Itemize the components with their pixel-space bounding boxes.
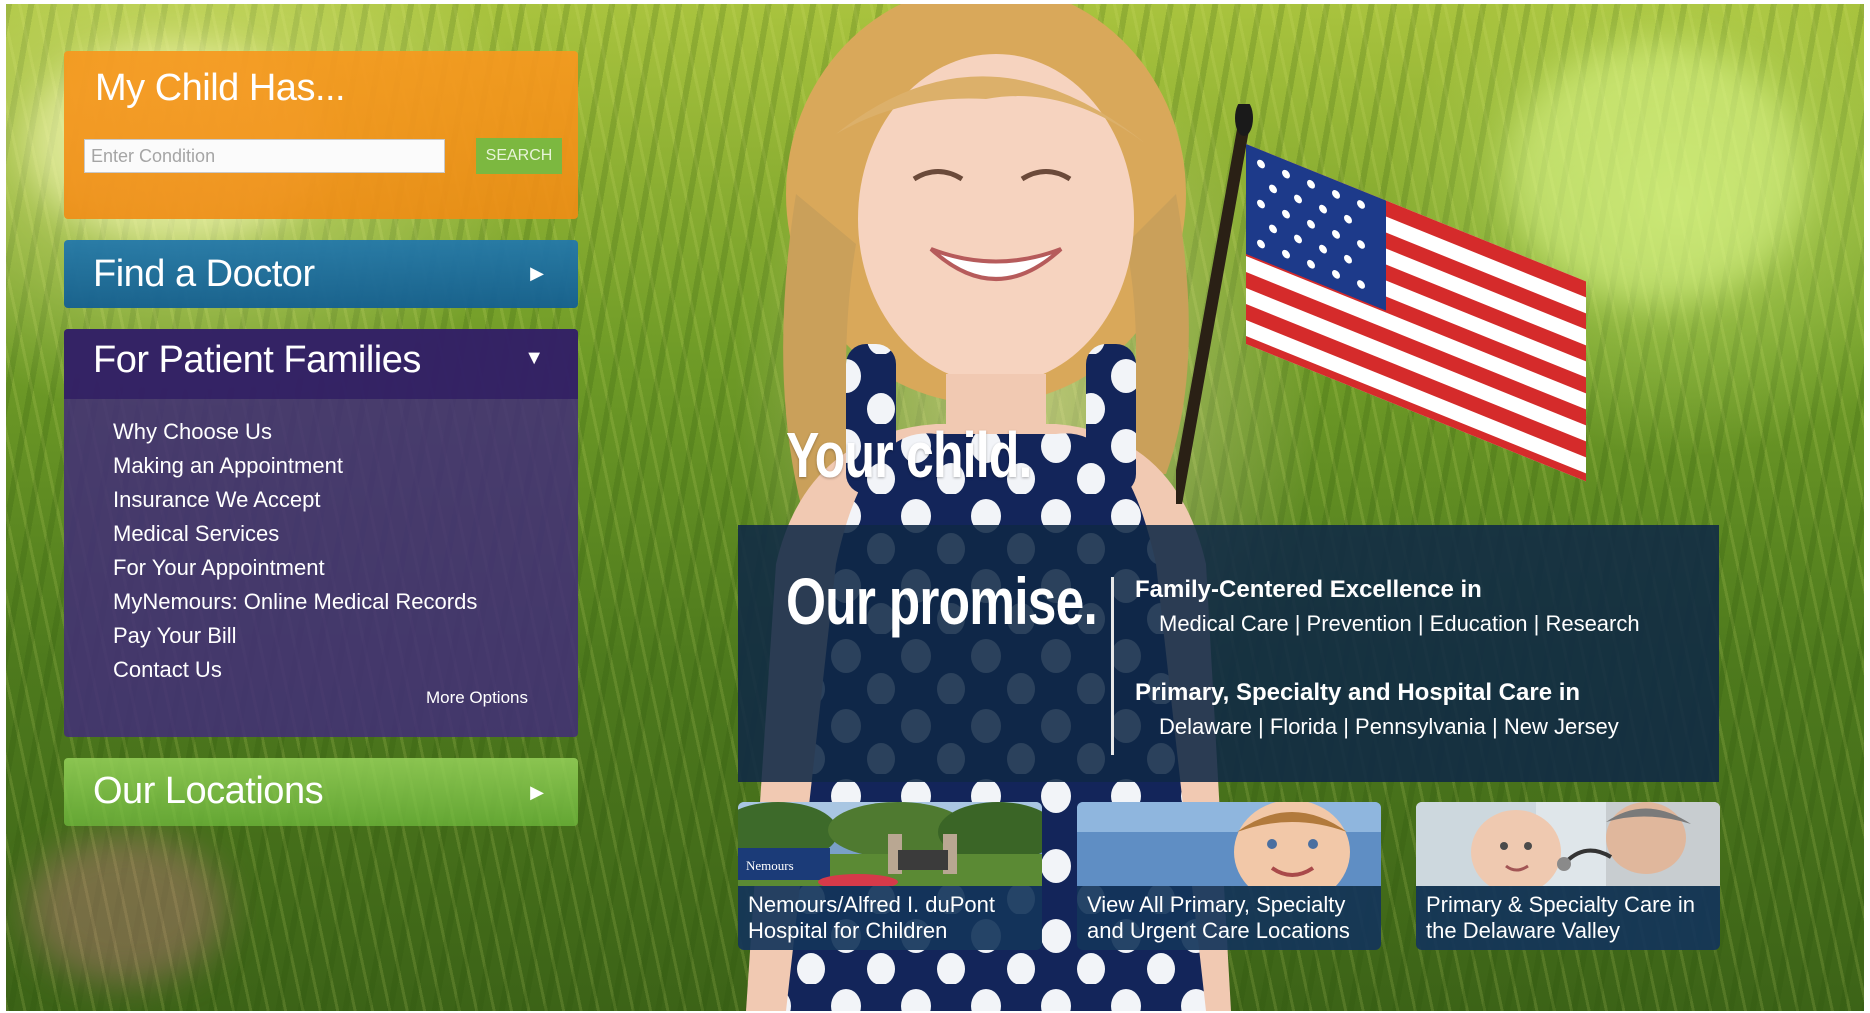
find-doctor-button[interactable]: Find a Doctor ▶: [64, 240, 578, 308]
tile-caption: View All Primary, Specialty and Urgent C…: [1077, 886, 1381, 950]
patient-families-panel: For Patient Families ▼ Why Choose Us Mak…: [64, 329, 578, 737]
condition-search-panel: My Child Has... SEARCH: [64, 51, 578, 219]
menu-item-mynemours[interactable]: MyNemours: Online Medical Records: [113, 585, 477, 619]
tile-all-locations[interactable]: View All Primary, Specialty and Urgent C…: [1077, 802, 1381, 950]
tile-caption: Nemours/Alfred I. duPont Hospital for Ch…: [738, 886, 1042, 950]
hospital-entrance-photo: Nemours: [738, 802, 1042, 886]
doctor-baby-photo: [1416, 802, 1720, 886]
patient-families-label: For Patient Families: [93, 339, 421, 381]
menu-item-why-choose-us[interactable]: Why Choose Us: [113, 415, 477, 449]
promise-title: Our promise.: [786, 564, 1098, 638]
boy-photo: [1077, 802, 1381, 886]
menu-item-pay-bill[interactable]: Pay Your Bill: [113, 619, 477, 653]
american-flag-icon: [1176, 104, 1586, 504]
tile-dupont-hospital[interactable]: Nemours Nemours/Alfred I. duPont Hospita…: [738, 802, 1042, 950]
tile-caption-line1: Primary & Specialty Care in: [1426, 892, 1695, 917]
menu-item-medical-services[interactable]: Medical Services: [113, 517, 477, 551]
tile-caption-line1: Nemours/Alfred I. duPont: [748, 892, 996, 917]
our-locations-label: Our Locations: [93, 770, 324, 812]
find-doctor-label: Find a Doctor: [93, 253, 315, 295]
background-flowers: [26, 834, 226, 984]
search-button[interactable]: SEARCH: [476, 138, 562, 174]
more-options-link[interactable]: More Options: [426, 688, 528, 708]
patient-families-menu: Why Choose Us Making an Appointment Insu…: [113, 415, 477, 687]
nemours-sign: Nemours: [746, 858, 794, 873]
arrow-down-icon: ▼: [524, 347, 544, 369]
tile-caption-line2: the Delaware Valley: [1426, 918, 1621, 943]
promise-box: Our promise. Family-Centered Excellence …: [738, 525, 1719, 782]
tile-caption-line2: Hospital for Children: [748, 918, 948, 943]
our-locations-button[interactable]: Our Locations ▶: [64, 758, 578, 826]
promise-line2-heading: Primary, Specialty and Hospital Care in: [1135, 679, 1581, 706]
tile-caption-line1: View All Primary, Specialty: [1087, 892, 1346, 917]
menu-item-contact-us[interactable]: Contact Us: [113, 653, 477, 687]
menu-item-making-appointment[interactable]: Making an Appointment: [113, 449, 477, 483]
promise-divider: [1111, 577, 1114, 755]
promise-line2-sub: Delaware | Florida | Pennsylvania | New …: [1159, 714, 1619, 739]
menu-item-for-your-appointment[interactable]: For Your Appointment: [113, 551, 477, 585]
tile-caption-line2: and Urgent Care Locations: [1087, 918, 1350, 943]
arrow-right-icon: ▶: [530, 782, 544, 802]
hero-tagline: Your child.: [786, 419, 1032, 491]
arrow-right-icon: ▶: [530, 263, 544, 283]
condition-search-title: My Child Has...: [95, 67, 346, 109]
patient-families-toggle[interactable]: For Patient Families ▼: [64, 329, 578, 399]
tile-delaware-valley[interactable]: Primary & Specialty Care in the Delaware…: [1416, 802, 1720, 950]
promise-line1-heading: Family-Centered Excellence in: [1135, 576, 1482, 603]
condition-search-input[interactable]: [84, 139, 445, 173]
menu-item-insurance[interactable]: Insurance We Accept: [113, 483, 477, 517]
tile-caption: Primary & Specialty Care in the Delaware…: [1416, 886, 1720, 950]
promise-line1-sub: Medical Care | Prevention | Education | …: [1159, 611, 1640, 636]
